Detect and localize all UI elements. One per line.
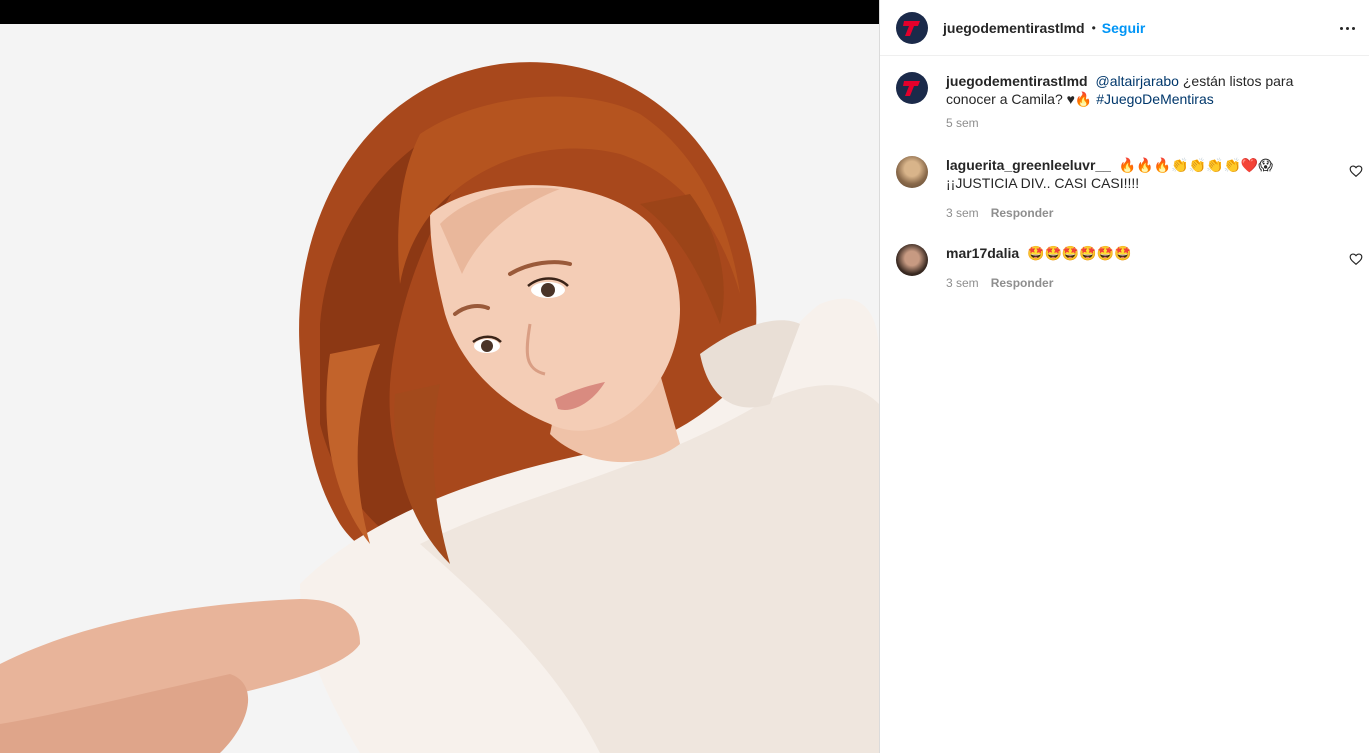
header-separator: •: [1091, 20, 1096, 35]
comment-body: 🤩🤩🤩🤩🤩🤩: [1027, 245, 1132, 261]
caption-avatar[interactable]: [896, 72, 928, 104]
post-media[interactable]: [0, 0, 879, 753]
post-side-panel: juegodementirastlmd • Seguir juegodement…: [879, 0, 1369, 753]
comments-list: juegodementirastlmd @altairjarabo ¿están…: [880, 56, 1369, 290]
comment-username[interactable]: laguerita_greenleeluvr__: [946, 157, 1111, 173]
comment-item: mar17dalia 🤩🤩🤩🤩🤩🤩 3 sem Responder: [896, 244, 1363, 290]
reply-button[interactable]: Responder: [991, 276, 1054, 290]
post-header: juegodementirastlmd • Seguir: [880, 0, 1369, 56]
media-top-bar: [0, 0, 879, 24]
account-avatar[interactable]: [896, 11, 928, 44]
comment-timestamp[interactable]: 3 sem: [946, 206, 979, 220]
heart-outline-icon[interactable]: [1349, 252, 1363, 266]
reply-button[interactable]: Responder: [991, 206, 1054, 220]
telemundo-logo-icon: [903, 20, 920, 36]
telemundo-logo-icon: [903, 81, 920, 96]
comment-text: laguerita_greenleeluvr__ 🔥🔥🔥👏👏👏👏❤️😱 ¡¡JU…: [946, 156, 1346, 192]
comment-username[interactable]: mar17dalia: [946, 245, 1019, 261]
caption-text: juegodementirastlmd @altairjarabo ¿están…: [946, 72, 1346, 108]
comment-timestamp[interactable]: 3 sem: [946, 276, 979, 290]
caption-mention[interactable]: @altairjarabo: [1095, 73, 1178, 89]
heart-outline-icon[interactable]: [1349, 164, 1363, 178]
commenter-avatar[interactable]: [896, 244, 928, 276]
post-photo: [0, 24, 879, 753]
comment-text: mar17dalia 🤩🤩🤩🤩🤩🤩: [946, 244, 1346, 262]
follow-button[interactable]: Seguir: [1102, 20, 1146, 36]
more-options-icon[interactable]: [1333, 14, 1361, 42]
caption: juegodementirastlmd @altairjarabo ¿están…: [896, 72, 1353, 130]
commenter-avatar[interactable]: [896, 156, 928, 188]
caption-hashtag[interactable]: #JuegoDeMentiras: [1096, 91, 1214, 107]
post-viewer: juegodementirastlmd • Seguir juegodement…: [0, 0, 1369, 753]
header-username[interactable]: juegodementirastlmd: [943, 20, 1085, 36]
caption-username[interactable]: juegodementirastlmd: [946, 73, 1088, 89]
comment-item: laguerita_greenleeluvr__ 🔥🔥🔥👏👏👏👏❤️😱 ¡¡JU…: [896, 156, 1363, 220]
caption-timestamp[interactable]: 5 sem: [946, 116, 979, 130]
